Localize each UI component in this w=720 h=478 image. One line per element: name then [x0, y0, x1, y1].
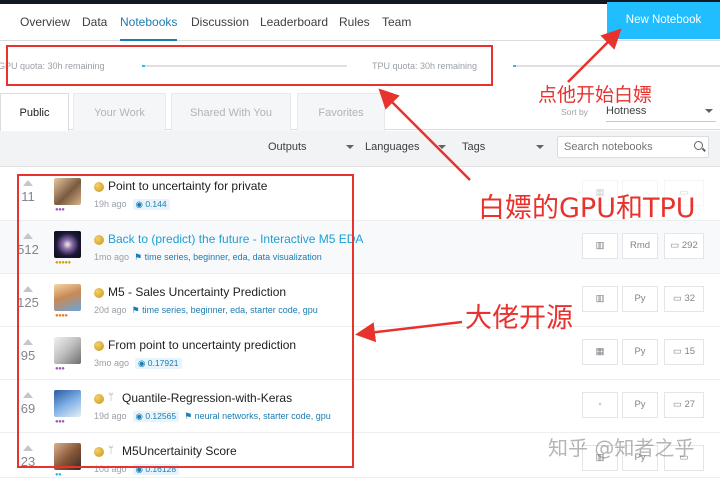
watermark: 知乎 @知者之乎 — [548, 436, 695, 460]
annotation-open-source: 大佬开源 — [465, 303, 573, 334]
arrow-to-new-notebook — [567, 28, 622, 83]
annotation-free-gpu-tpu: 白嫖的GPU和TPU — [478, 193, 696, 224]
annotation-click-here: 点他开始白嫖 — [538, 84, 653, 106]
arrow-to-quota — [378, 88, 471, 181]
annotation-arrows — [355, 28, 622, 343]
arrow-to-notebooks — [355, 320, 463, 343]
